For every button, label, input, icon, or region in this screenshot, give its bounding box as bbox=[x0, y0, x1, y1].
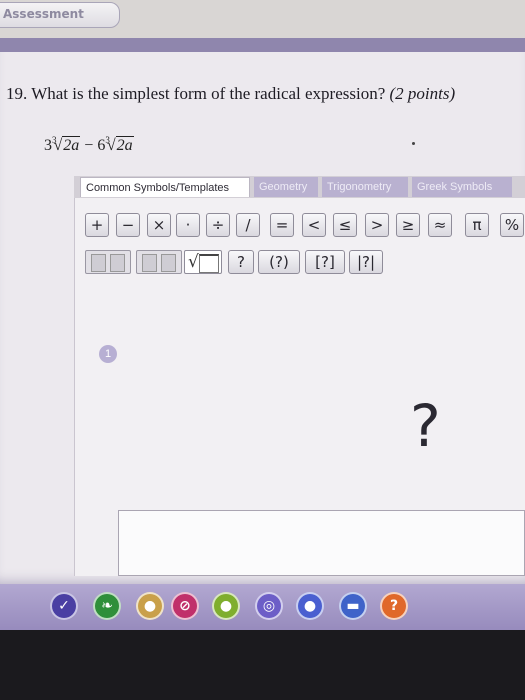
assessment-tab[interactable]: Assessment bbox=[0, 2, 120, 28]
sqrt-icon: √ bbox=[188, 252, 199, 272]
symbol-greater-equal-button[interactable]: ≥ bbox=[396, 213, 420, 237]
question-points: (2 points) bbox=[389, 84, 456, 103]
answer-placeholder-glyph: ? bbox=[410, 392, 441, 460]
brackets-button[interactable]: [?] bbox=[305, 250, 345, 274]
cursor-dot bbox=[412, 142, 415, 145]
answer-number-badge: 1 bbox=[99, 345, 117, 363]
symbol-plus-button[interactable]: + bbox=[85, 213, 109, 237]
symbol-slash-button[interactable]: / bbox=[236, 213, 260, 237]
check-icon[interactable]: ✓ bbox=[50, 592, 78, 620]
symbol-equals-button[interactable]: = bbox=[270, 213, 294, 237]
info-icon[interactable]: ● bbox=[212, 592, 240, 620]
tab-common-symbols[interactable]: Common Symbols/Templates bbox=[80, 177, 250, 197]
symbol-minus-button[interactable]: − bbox=[116, 213, 140, 237]
radical-sign-2: √ bbox=[106, 137, 116, 154]
leaf-icon[interactable]: ❧ bbox=[93, 592, 121, 620]
radical-expression: 33√2a − 63√2a bbox=[44, 135, 134, 155]
coef-1: 3 bbox=[44, 137, 52, 154]
symbol-times-button[interactable]: × bbox=[147, 213, 171, 237]
symbol-less-equal-button[interactable]: ≤ bbox=[333, 213, 357, 237]
editor-tabbar: Common Symbols/Templates Geometry Trigon… bbox=[74, 176, 525, 199]
assessment-tab-label: Assessment bbox=[3, 7, 84, 21]
tab-geometry[interactable]: Geometry bbox=[254, 177, 318, 197]
sqrt-template-button[interactable]: √ bbox=[184, 250, 222, 274]
no-icon[interactable]: ⊘ bbox=[171, 592, 199, 620]
symbol-approx-button[interactable]: ≈ bbox=[428, 213, 452, 237]
chat-icon[interactable]: ● bbox=[296, 592, 324, 620]
answer-input-area[interactable] bbox=[118, 510, 525, 576]
question-number: 19. bbox=[6, 84, 28, 103]
fraction-template-button[interactable] bbox=[85, 250, 131, 274]
help-icon[interactable]: ? bbox=[380, 592, 408, 620]
radical-sign-1: √ bbox=[53, 137, 63, 154]
screen-bezel bbox=[0, 630, 525, 700]
question-text: 19. What is the simplest form of the rad… bbox=[6, 84, 455, 104]
exponent-template-button[interactable] bbox=[136, 250, 182, 274]
target-icon[interactable]: ◎ bbox=[255, 592, 283, 620]
symbol-divide-button[interactable]: ÷ bbox=[206, 213, 230, 237]
absolute-value-button[interactable]: |?| bbox=[349, 250, 383, 274]
symbol-greater-than-button[interactable]: > bbox=[365, 213, 389, 237]
tab-trigonometry[interactable]: Trigonometry bbox=[322, 177, 408, 197]
globe-icon[interactable]: ● bbox=[136, 592, 164, 620]
tab-greek-symbols[interactable]: Greek Symbols bbox=[412, 177, 512, 197]
symbol-less-than-button[interactable]: < bbox=[302, 213, 326, 237]
symbol-dot-button[interactable]: · bbox=[176, 213, 200, 237]
symbol-pi-button[interactable]: π bbox=[465, 213, 489, 237]
radicand-1: 2a bbox=[62, 136, 81, 154]
operator: − bbox=[84, 137, 94, 154]
parentheses-button[interactable]: (?) bbox=[258, 250, 300, 274]
question-prompt: What is the simplest form of the radical… bbox=[31, 84, 386, 103]
symbol-percent-button[interactable]: % bbox=[500, 213, 524, 237]
placeholder-button[interactable]: ? bbox=[228, 250, 254, 274]
header-band bbox=[0, 38, 525, 52]
radicand-2: 2a bbox=[115, 136, 134, 154]
notepad-icon[interactable]: ▬ bbox=[339, 592, 367, 620]
